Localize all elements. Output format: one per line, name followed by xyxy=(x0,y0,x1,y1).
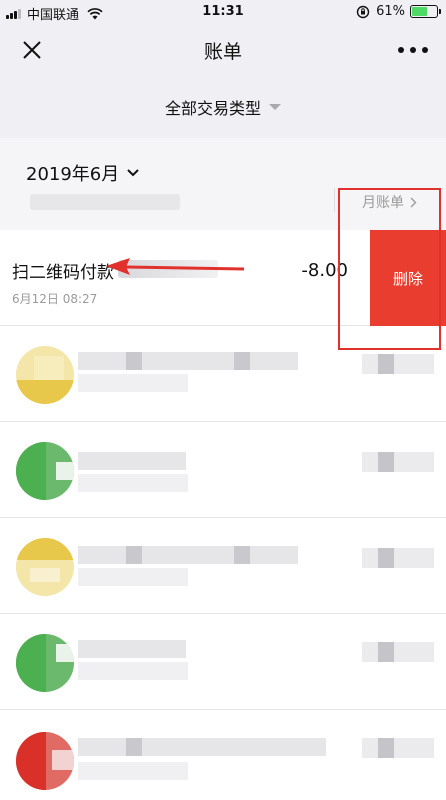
filter-bar: 全部交易类型 xyxy=(0,76,446,138)
chevron-down-icon xyxy=(127,169,139,177)
redacted-text xyxy=(78,374,188,392)
redacted-amount xyxy=(362,738,434,758)
redacted-text xyxy=(126,352,142,370)
redacted-text xyxy=(234,352,250,370)
status-left: 中国联通 xyxy=(6,4,103,23)
merchant-avatar xyxy=(16,634,74,692)
battery-icon xyxy=(410,5,441,18)
redacted-text xyxy=(126,546,142,564)
merchant-avatar xyxy=(16,442,74,500)
merchant-avatar xyxy=(16,538,74,596)
transaction-row[interactable] xyxy=(0,326,446,422)
month-picker[interactable]: 2019年6月 xyxy=(26,160,139,186)
chevron-right-icon xyxy=(410,197,417,207)
redacted-text xyxy=(78,474,188,492)
close-icon[interactable] xyxy=(20,38,44,62)
monthly-bill-label: 月账单 xyxy=(362,195,404,211)
month-summary-redacted xyxy=(30,194,180,210)
merchant-avatar xyxy=(16,732,74,790)
transaction-row[interactable] xyxy=(0,614,446,710)
caret-down-icon xyxy=(269,104,281,110)
redacted-text xyxy=(78,640,186,658)
redacted-text xyxy=(78,662,188,680)
redacted-text xyxy=(78,568,188,586)
month-label: 2019年6月 xyxy=(26,164,120,185)
redacted-text xyxy=(118,260,218,278)
filter-label: 全部交易类型 xyxy=(164,99,261,118)
status-bar: 中国联通 11:31 61% xyxy=(0,0,446,24)
delete-button[interactable]: 删除 xyxy=(370,230,446,326)
redacted-text xyxy=(78,352,298,370)
redacted-amount xyxy=(362,452,434,472)
rotation-lock-icon xyxy=(356,5,370,19)
transaction-date: 6月12日 08:27 xyxy=(12,292,98,306)
redacted-text xyxy=(78,762,188,780)
redacted-text xyxy=(78,738,326,756)
transaction-row[interactable] xyxy=(0,422,446,518)
month-header: 2019年6月 月账单 xyxy=(0,138,446,230)
transaction-list: 扫二维码付款 6月12日 08:27 -8.00 删除 xyxy=(0,230,446,800)
status-right: 61% xyxy=(356,4,441,19)
divider xyxy=(334,188,335,212)
monthly-bill-link[interactable]: 月账单 xyxy=(362,192,417,212)
redacted-text xyxy=(78,452,186,470)
redacted-amount xyxy=(362,642,434,662)
more-icon[interactable] xyxy=(398,38,428,62)
transaction-row[interactable] xyxy=(0,710,446,800)
transaction-amount: -8.00 xyxy=(301,260,348,281)
transaction-row[interactable]: 扫二维码付款 6月12日 08:27 -8.00 删除 xyxy=(0,230,446,326)
page-title: 账单 xyxy=(203,41,242,63)
carrier-label: 中国联通 xyxy=(27,8,80,23)
battery-percent: 61% xyxy=(376,4,405,19)
wifi-icon xyxy=(87,7,103,20)
redacted-amount xyxy=(362,548,434,568)
redacted-text xyxy=(234,546,250,564)
redacted-text xyxy=(126,738,142,756)
redacted-text xyxy=(78,546,298,564)
transaction-row[interactable] xyxy=(0,518,446,614)
signal-icon xyxy=(6,8,22,19)
merchant-avatar xyxy=(16,346,74,404)
transaction-type-filter[interactable]: 全部交易类型 xyxy=(165,95,281,119)
transaction-name: 扫二维码付款 xyxy=(12,263,114,283)
nav-bar: 账单 xyxy=(0,24,446,76)
redacted-amount xyxy=(362,354,434,374)
